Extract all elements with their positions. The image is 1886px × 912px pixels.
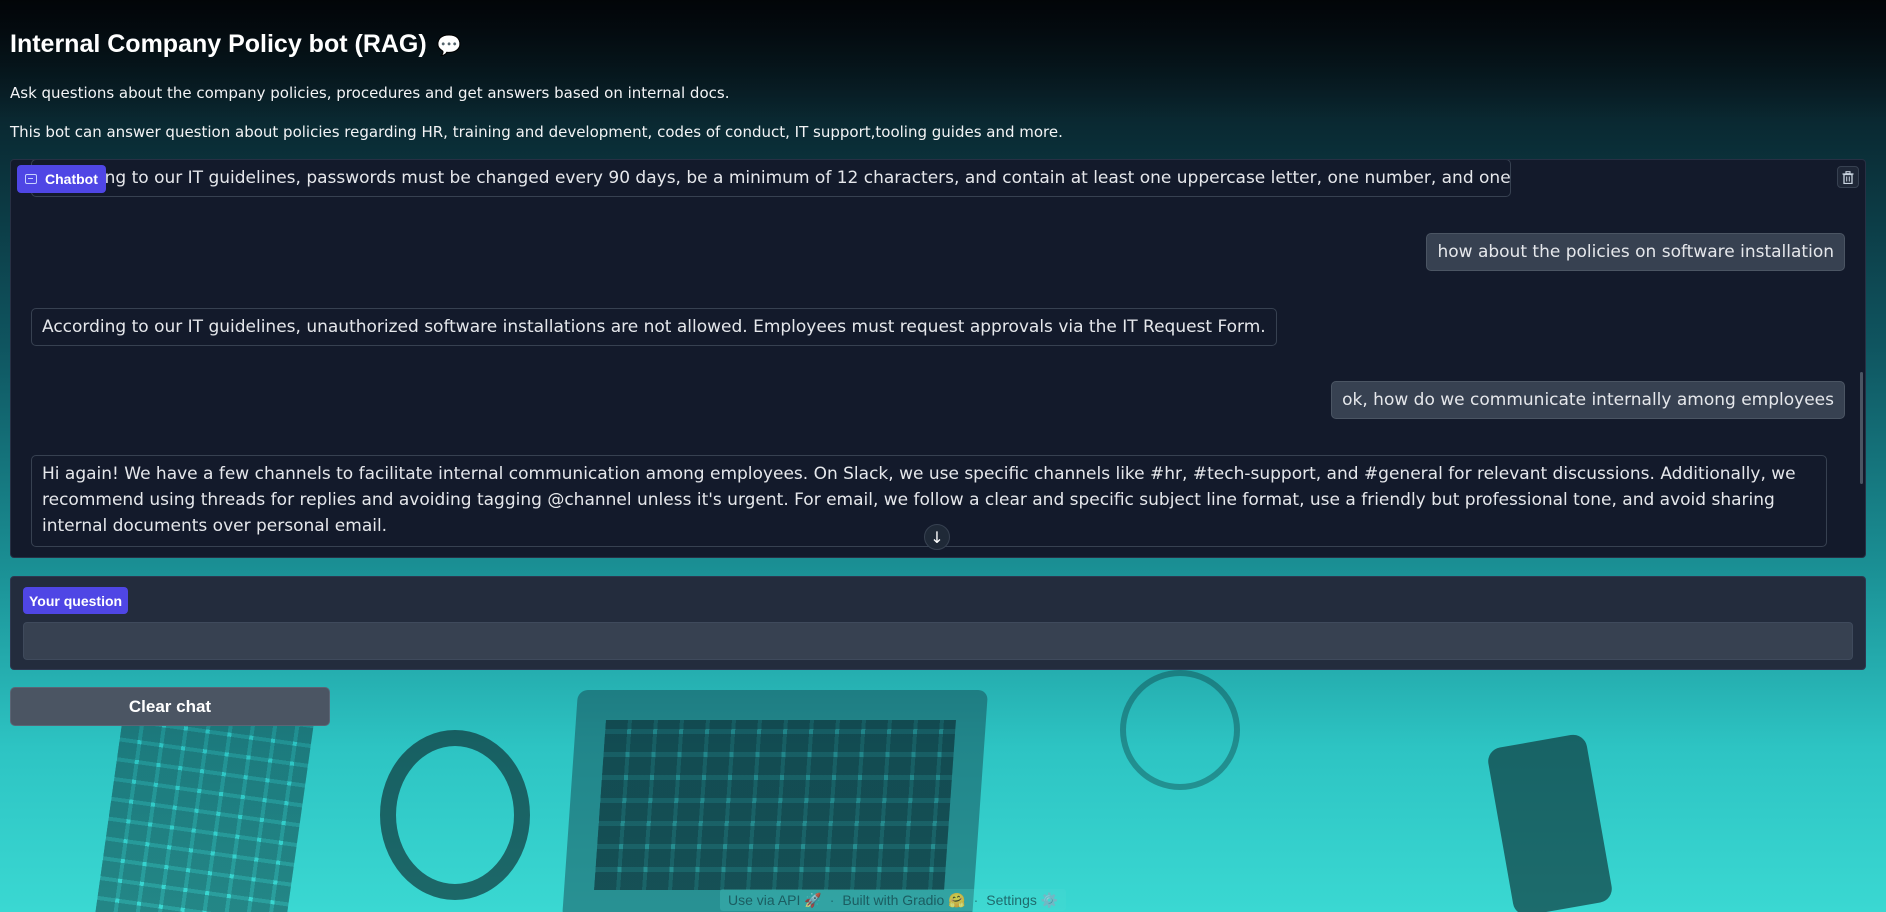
description-intro: Ask questions about the company policies… [10,84,730,102]
trash-icon [1842,170,1854,184]
description-scope: This bot can answer question about polic… [10,123,1063,141]
chatbot-panel[interactable]: Chatbot According to our IT guidelines, … [10,159,1866,558]
footer-separator: · [829,892,835,908]
bot-message: According to our IT guidelines, password… [31,160,1511,197]
arrow-down-icon: ↓ [930,527,944,547]
clear-chat-button[interactable]: Clear chat [10,687,330,726]
bot-message: According to our IT guidelines, unauthor… [31,308,1277,346]
scroll-to-bottom-button[interactable]: ↓ [924,524,950,550]
settings-link[interactable]: Settings ⚙️ [986,892,1058,909]
chat-scrollbar[interactable] [1860,372,1863,484]
chatbot-label: Chatbot [17,165,106,193]
page-title: Internal Company Policy bot (RAG) 💬 [10,30,462,59]
chat-icon [25,174,37,184]
page-title-text: Internal Company Policy bot (RAG) [10,30,427,58]
question-input[interactable] [23,622,1853,660]
footer-separator: · [973,892,979,908]
use-via-api-link[interactable]: Use via API 🚀 [728,892,822,909]
chatbot-label-text: Chatbot [45,171,98,187]
user-message: ok, how do we communicate internally amo… [1331,381,1845,419]
question-label: Your question [23,587,129,614]
speech-bubble-icon: 💬 [436,35,462,57]
footer: Use via API 🚀 · Built with Gradio 🤗 · Se… [720,889,1067,911]
clear-history-button[interactable] [1837,166,1859,188]
user-message: how about the policies on software insta… [1426,233,1845,271]
built-with-gradio-link[interactable]: Built with Gradio 🤗 [842,892,965,909]
question-panel: Your question [10,576,1866,670]
